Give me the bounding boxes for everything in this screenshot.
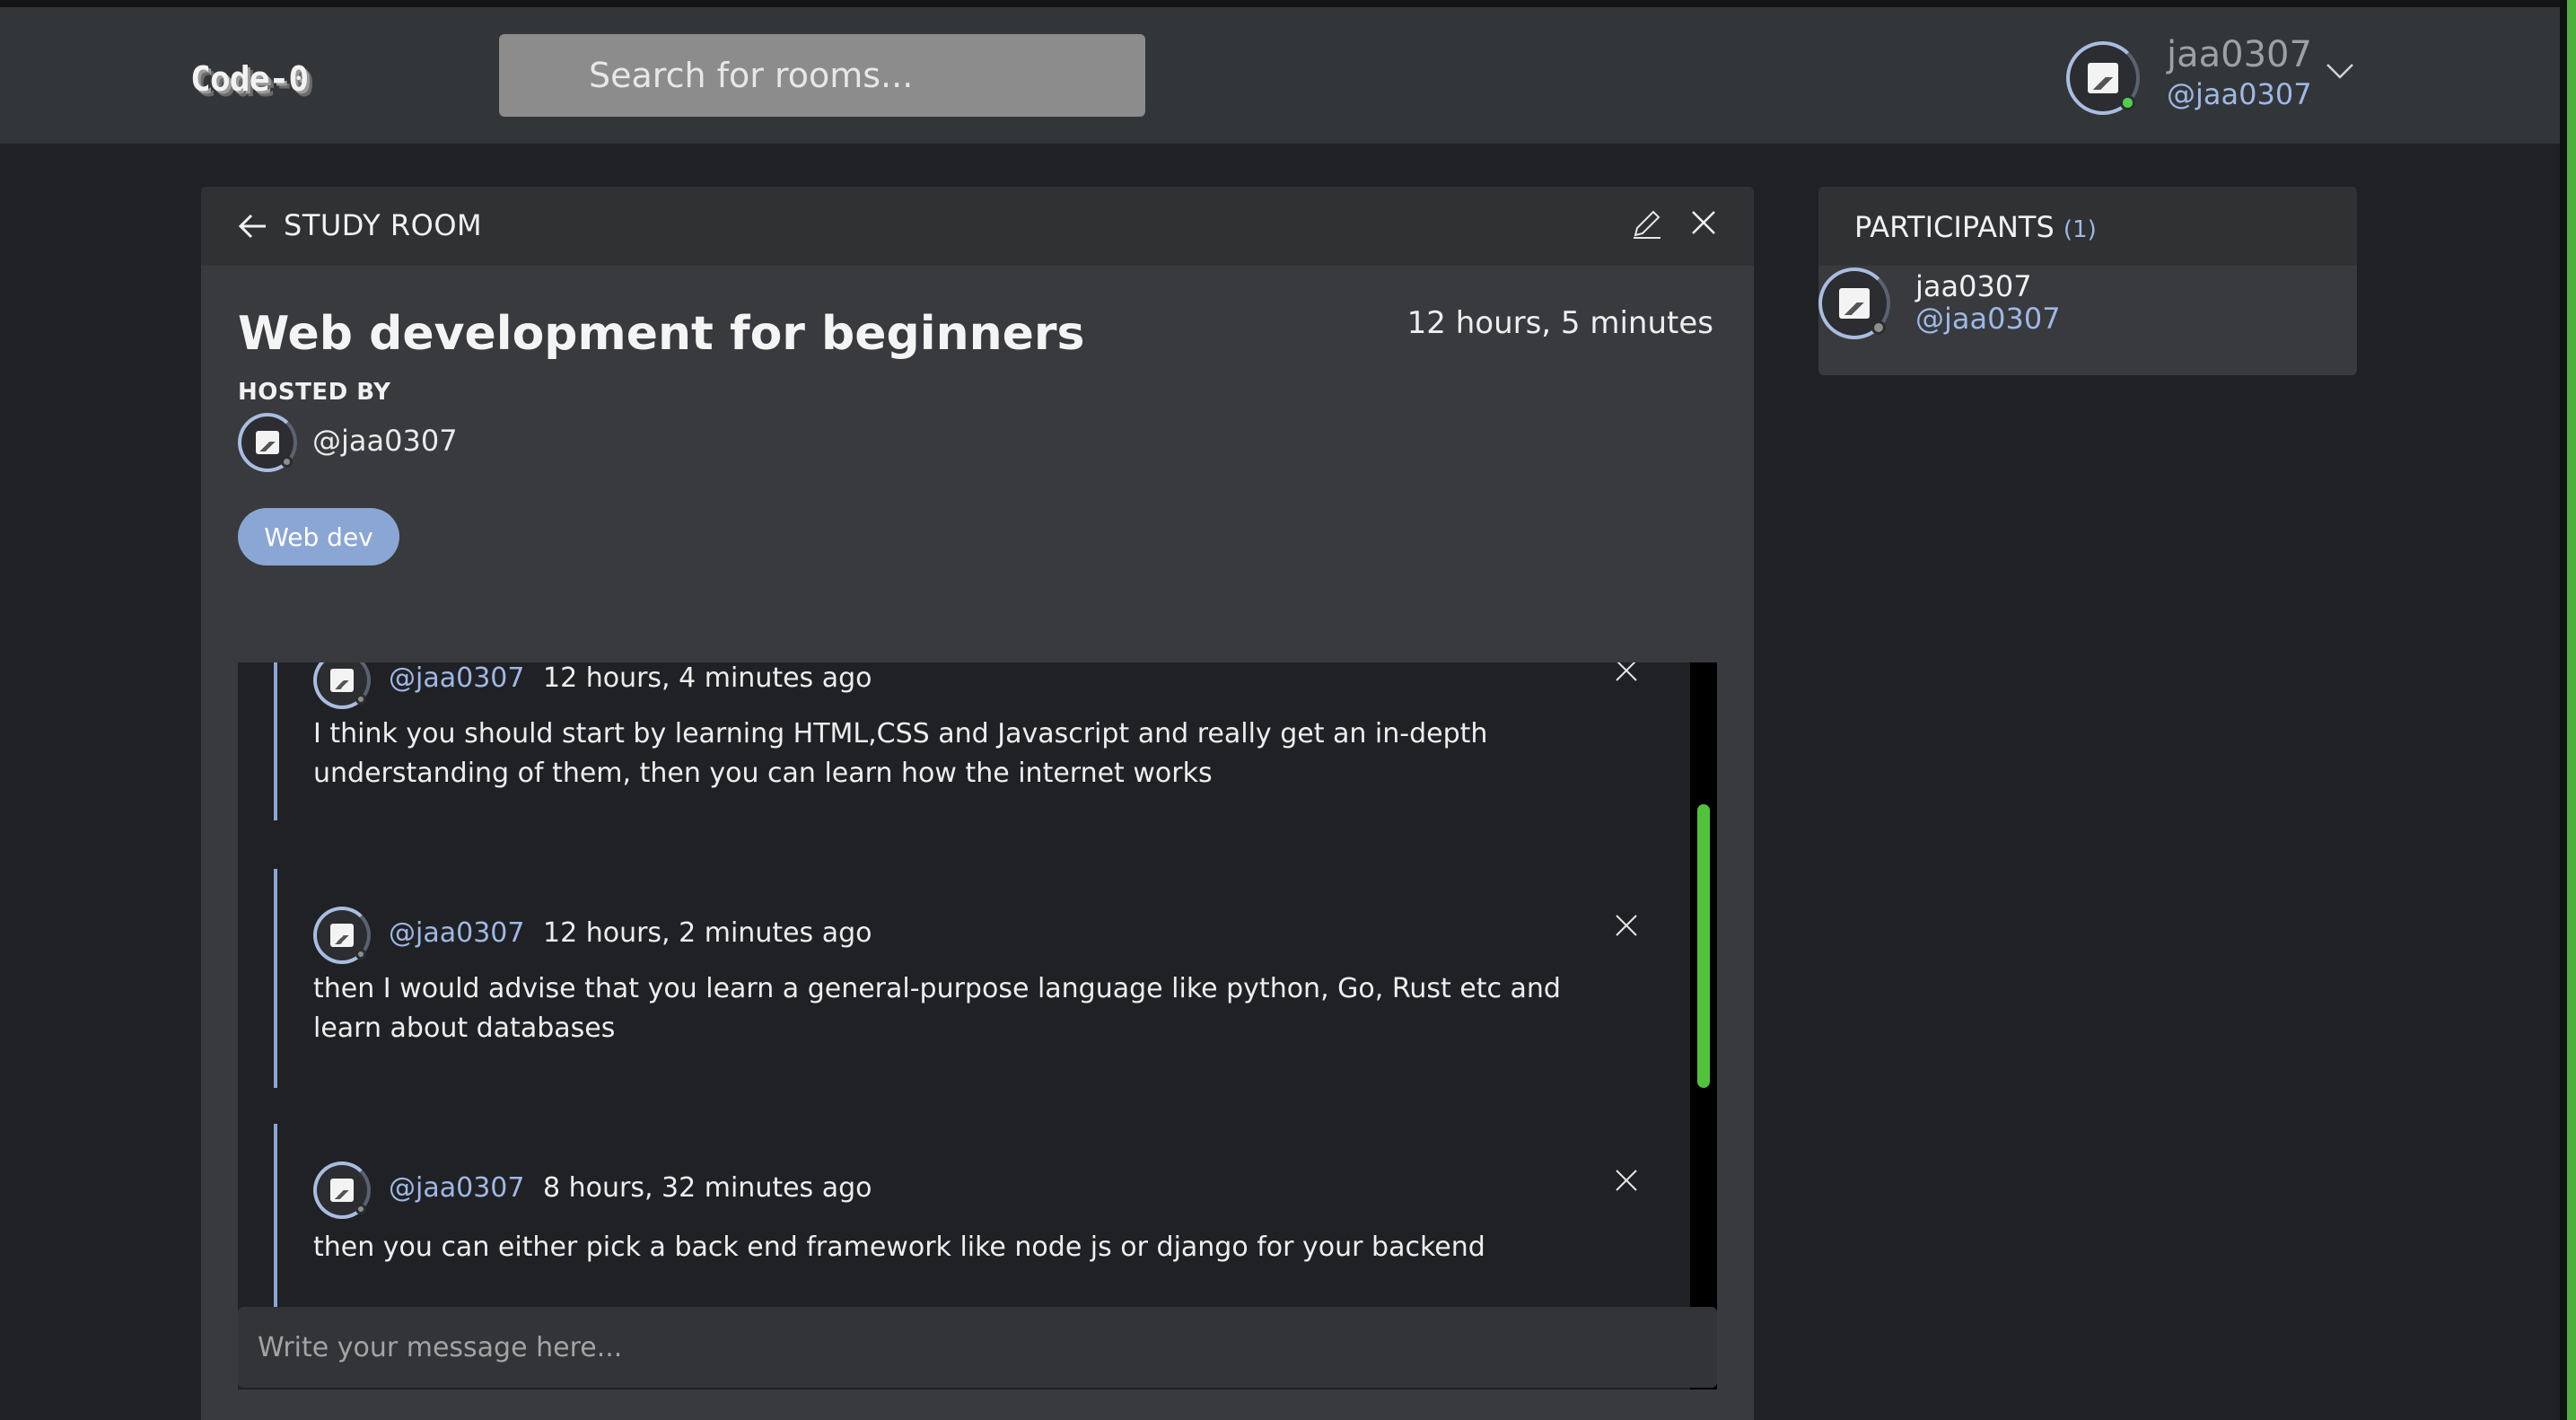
message-body: I think you should start by learning HTM… — [313, 718, 1488, 789]
search-input[interactable] — [499, 34, 1145, 117]
message-thread[interactable]: @jaa0307 12 hours, 4 minutes ago I think… — [238, 662, 1717, 1389]
search-box[interactable] — [499, 34, 1145, 117]
hosted-by-label: HOSTED BY — [238, 379, 391, 406]
arrow-left-icon[interactable] — [233, 206, 273, 246]
delete-message-icon[interactable] — [1613, 662, 1640, 684]
participants-title: PARTICIPANTS (1) — [1854, 210, 2097, 244]
participants-count: (1) — [2063, 216, 2097, 243]
message-author[interactable]: @jaa0307 — [389, 1172, 524, 1204]
room-title: Web development for beginners — [238, 307, 1085, 361]
message-timestamp: 12 hours, 4 minutes ago — [543, 662, 872, 694]
participants-header: PARTICIPANTS (1) — [1818, 187, 2357, 266]
avatar-image — [330, 1179, 354, 1202]
host-avatar[interactable] — [238, 413, 297, 472]
message-body: then you can either pick a back end fram… — [313, 1232, 1485, 1263]
top-navbar: Code-0 jaa0307 @jaa0307 — [0, 7, 2560, 144]
avatar-image — [255, 430, 280, 455]
avatar-image — [1839, 288, 1870, 319]
message-timestamp: 12 hours, 2 minutes ago — [543, 917, 872, 949]
user-avatar[interactable] — [2066, 41, 2140, 115]
message-composer[interactable] — [238, 1307, 1717, 1388]
room-panel: STUDY ROOM Web development for beginners… — [201, 187, 1754, 1420]
room-header: STUDY ROOM — [201, 187, 1754, 266]
room-section-label: STUDY ROOM — [284, 208, 483, 242]
offline-status-dot — [355, 948, 366, 960]
message-item: @jaa0307 12 hours, 4 minutes ago I think… — [274, 662, 1638, 820]
delete-message-icon[interactable] — [1613, 912, 1640, 939]
delete-message-icon[interactable] — [1613, 1167, 1640, 1194]
participants-label: PARTICIPANTS — [1854, 210, 2055, 244]
offline-status-dot — [281, 456, 293, 468]
message-body: then I would advise that you learn a gen… — [313, 973, 1561, 1044]
online-status-dot — [2120, 95, 2135, 110]
chevron-down-icon[interactable] — [2325, 56, 2355, 86]
participant-avatar[interactable] — [1818, 267, 1890, 339]
message-avatar[interactable] — [313, 1161, 371, 1219]
message-author[interactable]: @jaa0307 — [389, 917, 524, 949]
participants-panel: PARTICIPANTS (1) jaa0307 @jaa0307 — [1818, 187, 2357, 375]
topic-tag[interactable]: Web dev — [238, 508, 399, 565]
participant-name[interactable]: jaa0307 — [1915, 269, 2032, 303]
message-avatar[interactable] — [313, 662, 371, 709]
avatar-image — [2087, 62, 2119, 94]
offline-status-dot — [355, 1203, 366, 1214]
host-handle-link[interactable]: @jaa0307 — [312, 424, 458, 458]
app-logo[interactable]: Code-0 — [190, 59, 309, 99]
avatar-image — [330, 669, 354, 692]
message-timestamp: 8 hours, 32 minutes ago — [543, 1172, 872, 1204]
pencil-icon[interactable] — [1630, 206, 1664, 241]
message-avatar[interactable] — [313, 907, 371, 964]
page-scrollbar-thumb[interactable] — [2567, 0, 2576, 1420]
thread-scrollbar-thumb[interactable] — [1697, 804, 1710, 1088]
user-handle: @jaa0307 — [2167, 77, 2312, 111]
participant-handle[interactable]: @jaa0307 — [1915, 302, 2061, 336]
room-created-time: 12 hours, 5 minutes — [1406, 305, 1713, 341]
window-top-border — [0, 0, 2576, 7]
message-author[interactable]: @jaa0307 — [389, 662, 524, 694]
user-name: jaa0307 — [2167, 34, 2312, 75]
message-item: @jaa0307 12 hours, 2 minutes ago then I … — [274, 869, 1638, 1088]
message-input[interactable] — [238, 1307, 1717, 1388]
avatar-image — [330, 924, 354, 947]
offline-status-dot — [355, 693, 366, 705]
offline-status-dot — [1871, 320, 1886, 335]
close-icon[interactable] — [1687, 206, 1720, 239]
page-scrollbar-track[interactable] — [2560, 0, 2567, 1420]
